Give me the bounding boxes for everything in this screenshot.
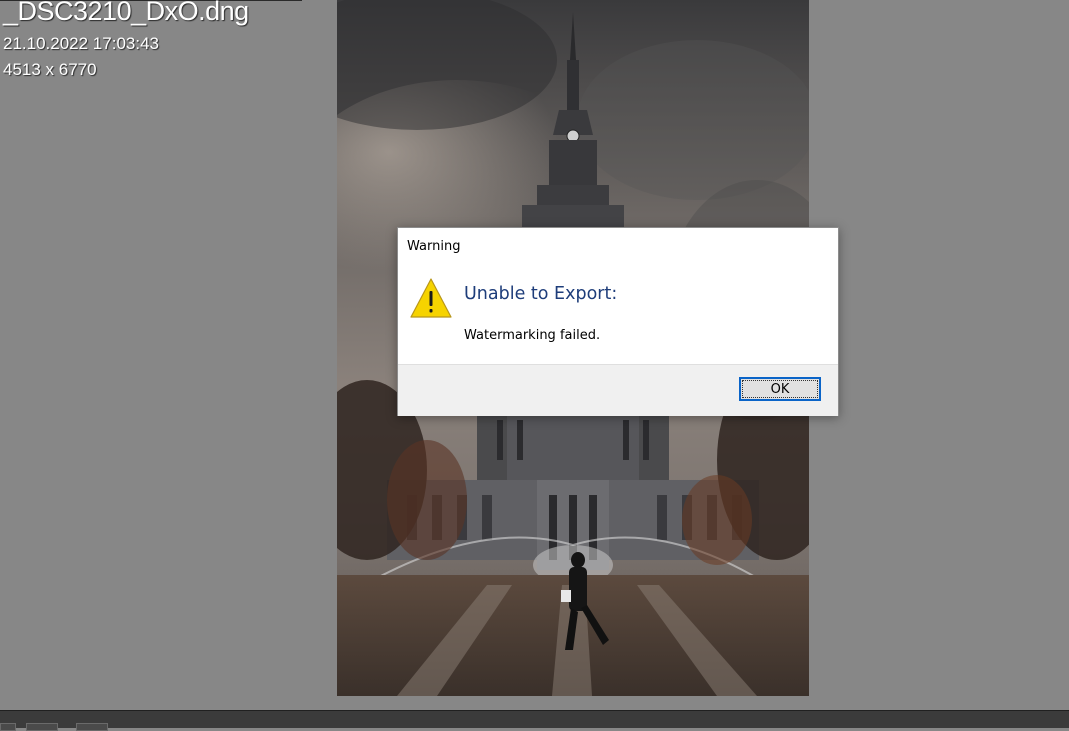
warning-icon (410, 278, 452, 318)
dialog-footer: OK (398, 364, 838, 416)
dialog-message: Watermarking failed. (464, 328, 601, 343)
bottom-toolbar (0, 710, 1069, 731)
image-datetime: 21.10.2022 17:03:43 (3, 34, 159, 53)
toolbar-view-button[interactable] (0, 723, 16, 731)
dialog-title: Warning (407, 239, 461, 254)
image-filename: _DSC3210_DxO.dng (3, 0, 249, 26)
image-dimensions: 4513 x 6770 (3, 60, 97, 79)
toolbar-view-button[interactable] (76, 723, 108, 731)
ok-button[interactable]: OK (739, 377, 821, 401)
dialog-heading: Unable to Export: (464, 284, 618, 304)
warning-dialog: Warning Unable to Export: Watermarking f… (397, 227, 839, 416)
toolbar-view-button[interactable] (26, 723, 58, 731)
